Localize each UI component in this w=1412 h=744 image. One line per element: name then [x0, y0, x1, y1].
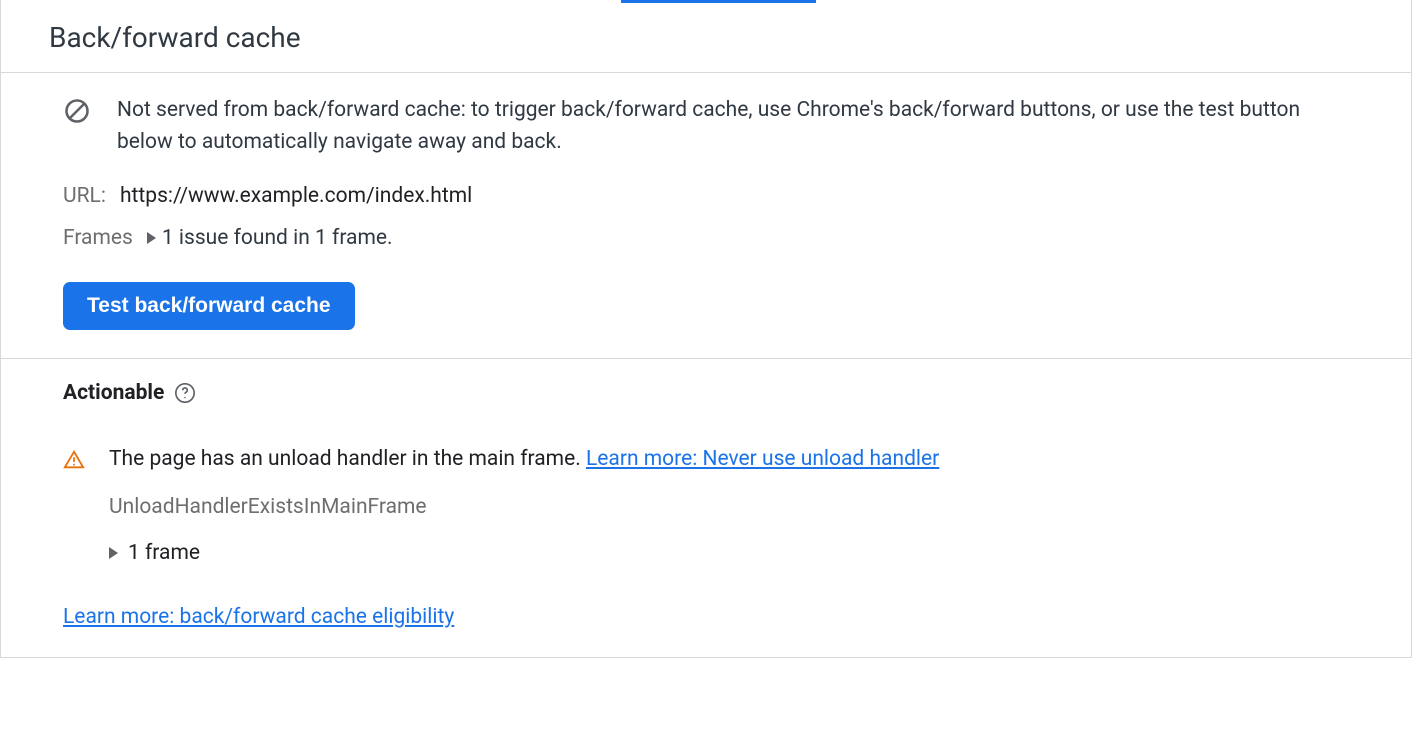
frames-summary: 1 issue found in 1 frame. [162, 226, 393, 250]
issue-row: The page has an unload handler in the ma… [63, 447, 1349, 471]
eligibility-learn-more-link[interactable]: Learn more: back/forward cache eligibili… [63, 605, 454, 629]
main-content: Not served from back/forward cache: to t… [1, 73, 1411, 359]
help-icon[interactable] [174, 382, 196, 404]
issue-description: The page has an unload handler in the ma… [109, 447, 586, 471]
url-value: https://www.example.com/index.html [120, 184, 472, 208]
panel-header: Back/forward cache [1, 3, 1411, 73]
warning-icon [63, 449, 85, 471]
not-allowed-icon [63, 97, 91, 125]
actionable-title: Actionable [63, 381, 164, 405]
frames-disclosure[interactable]: 1 issue found in 1 frame. [147, 226, 393, 250]
bfcache-panel: Back/forward cache Not served from back/… [0, 0, 1412, 658]
page-title: Back/forward cache [49, 21, 1363, 54]
frames-label: Frames [63, 226, 133, 250]
info-message: Not served from back/forward cache: to t… [117, 95, 1349, 158]
issue-id: UnloadHandlerExistsInMainFrame [109, 495, 1349, 519]
bottom-link-row: Learn more: back/forward cache eligibili… [63, 605, 1349, 629]
issue-learn-more-link[interactable]: Learn more: Never use unload handler [586, 447, 939, 471]
actionable-header: Actionable [63, 381, 1349, 405]
url-label: URL: [63, 184, 106, 208]
frame-count: 1 frame [128, 541, 200, 565]
actionable-section: Actionable The page has an unload handle… [1, 359, 1411, 657]
issue-text: The page has an unload handler in the ma… [109, 447, 939, 471]
test-bfcache-button[interactable]: Test back/forward cache [63, 282, 355, 330]
info-row: Not served from back/forward cache: to t… [63, 95, 1349, 158]
disclosure-triangle-icon [147, 232, 156, 244]
url-row: URL: https://www.example.com/index.html [63, 184, 1349, 208]
frames-row[interactable]: Frames 1 issue found in 1 frame. [63, 226, 1349, 250]
disclosure-triangle-icon [109, 547, 118, 559]
active-tab-indicator [1, 0, 1411, 3]
frame-disclosure[interactable]: 1 frame [109, 541, 1349, 565]
